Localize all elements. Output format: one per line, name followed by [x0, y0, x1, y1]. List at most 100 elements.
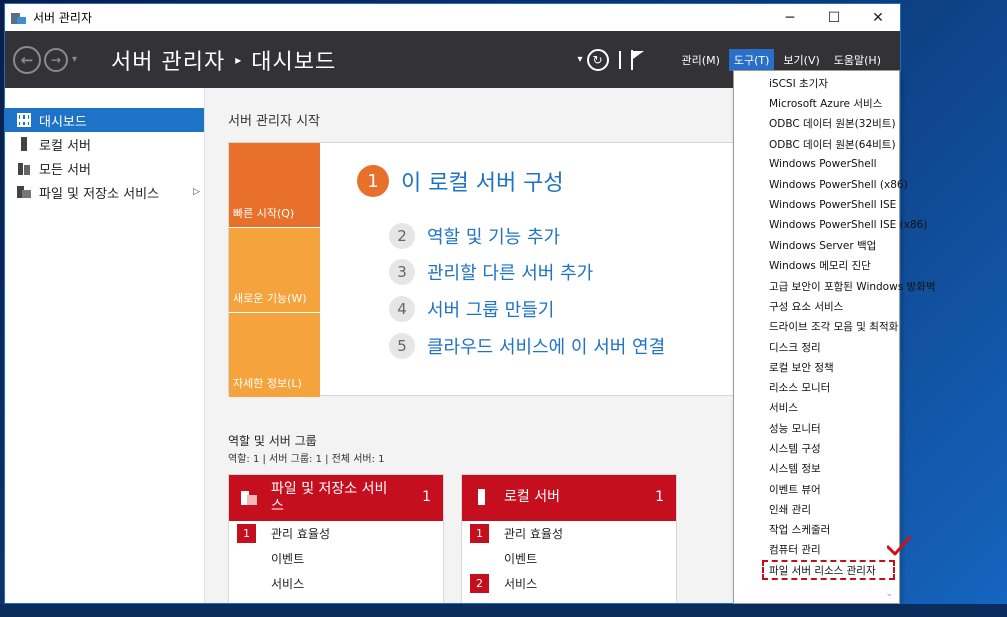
tab-learn-more[interactable]: 자세한 정보(L): [229, 313, 320, 397]
card-row-manageability[interactable]: 1 관리 효율성: [462, 521, 676, 546]
menu-item-powershell-ise-x86[interactable]: Windows PowerShell ISE (x86): [734, 215, 927, 235]
menu-tools[interactable]: 도구(T): [728, 48, 775, 71]
breadcrumb-separator-icon: ▸: [235, 52, 242, 67]
menu-item-file-server-resource-manager[interactable]: 파일 서버 리소스 관리자: [762, 560, 895, 581]
window-controls: ─ ☐ ✕: [768, 4, 900, 31]
step-label: 관리할 다른 서버 추가: [427, 263, 594, 284]
menu-item-services[interactable]: 서비스: [734, 398, 899, 418]
card-count: 1: [422, 489, 431, 505]
menu-item-print-management[interactable]: 인쇄 관리: [734, 499, 899, 519]
welcome-title: 서버 관리자 시작: [228, 114, 320, 129]
card-row-services[interactable]: 2 서비스: [462, 571, 676, 596]
history-dropdown-icon[interactable]: ▾: [72, 54, 77, 65]
sidebar-item-label: 모든 서버: [39, 162, 91, 178]
step-label: 클라우드 서비스에 이 서버 연결: [427, 337, 666, 358]
menu-item-task-scheduler[interactable]: 작업 스케줄러: [734, 520, 899, 540]
menu-item-system-configuration[interactable]: 시스템 구성: [734, 438, 899, 458]
refresh-icon[interactable]: ↻: [586, 48, 609, 71]
roles-section-title: 역할 및 서버 그룹: [228, 434, 317, 448]
menu-item-odbc32[interactable]: ODBC 데이터 원본(32비트): [734, 114, 899, 134]
menu-item-powershell-ise[interactable]: Windows PowerShell ISE: [734, 195, 899, 215]
menu-item-server-backup[interactable]: Windows Server 백업: [734, 235, 899, 255]
card-row-label: 관리 효율성: [271, 527, 331, 541]
breadcrumb-root[interactable]: 서버 관리자: [111, 44, 225, 76]
menu-item-powershell[interactable]: Windows PowerShell: [734, 154, 899, 174]
file-storage-icon: [17, 185, 31, 199]
title-bar: 서버 관리자 ─ ☐ ✕: [5, 4, 900, 31]
create-server-group-link[interactable]: 4 서버 그룹 만들기: [389, 296, 554, 322]
sidebar-item-label: 파일 및 저장소 서비스: [39, 186, 160, 202]
menu-item-performance-monitor[interactable]: 성능 모니터: [734, 418, 899, 438]
add-servers-link[interactable]: 3 관리할 다른 서버 추가: [389, 259, 593, 285]
menu-help[interactable]: 도움말(H): [829, 49, 886, 71]
connect-cloud-link[interactable]: 5 클라우드 서비스에 이 서버 연결: [389, 333, 665, 359]
menu-item-component-services[interactable]: 구성 요소 서비스: [734, 296, 899, 316]
menu-item-system-information[interactable]: 시스템 정보: [734, 459, 899, 479]
card-row-label: 이벤트: [271, 552, 305, 566]
menu-item-powershell-x86[interactable]: Windows PowerShell (x86): [734, 174, 908, 194]
menu-item-event-viewer[interactable]: 이벤트 뷰어: [734, 479, 899, 499]
menu-item-disk-cleanup[interactable]: 디스크 정리: [734, 337, 899, 357]
sidebar-item-dashboard[interactable]: 대시보드: [5, 108, 204, 132]
menu-bar: 관리(M) 도구(T) 보기(V) 도움말(H): [673, 48, 886, 71]
server-manager-app-icon: [11, 11, 27, 25]
tab-whats-new[interactable]: 새로운 기능(W): [229, 228, 320, 312]
taskbar: [0, 604, 1007, 617]
roles-summary: 역할: 1 | 서버 그룹: 1 | 전체 서버: 1: [228, 454, 385, 465]
step-number: 2: [389, 223, 415, 249]
menu-item-azure[interactable]: Microsoft Azure 서비스: [734, 93, 899, 113]
add-roles-link[interactable]: 2 역할 및 기능 추가: [389, 223, 560, 249]
menu-item-local-security-policy[interactable]: 로컬 보안 정책: [734, 357, 899, 377]
expand-arrow-icon[interactable]: ▷: [193, 187, 200, 197]
card-header[interactable]: 로컬 서버 1: [462, 475, 676, 521]
divider: [618, 50, 621, 69]
back-arrow-icon[interactable]: ←: [13, 45, 41, 74]
scroll-down-icon[interactable]: ⌄: [885, 589, 893, 599]
sidebar-item-label: 로컬 서버: [39, 138, 91, 154]
card-title: 파일 및 저장소 서비스: [271, 481, 388, 514]
minimize-button[interactable]: ─: [768, 4, 812, 31]
alert-count-badge: 1: [470, 524, 489, 543]
sidebar-item-local-server[interactable]: 로컬 서버: [5, 132, 204, 156]
checkmark-annotation-icon: [887, 536, 911, 556]
menu-item-resource-monitor[interactable]: 리소스 모니터: [734, 377, 899, 397]
step-label: 역할 및 기능 추가: [427, 227, 561, 248]
sidebar-item-file-storage[interactable]: 파일 및 저장소 서비스 ▷: [5, 180, 204, 204]
close-button[interactable]: ✕: [856, 4, 900, 31]
tools-menu-dropdown: iSCSI 초기자 Microsoft Azure 서비스 ODBC 데이터 원…: [733, 70, 935, 604]
server-icon: [17, 137, 31, 151]
card-row-events[interactable]: 이벤트: [229, 546, 443, 571]
card-row-services[interactable]: 서비스: [229, 571, 443, 596]
tab-quick-start[interactable]: 빠른 시작(Q): [229, 143, 320, 227]
menu-item-defrag[interactable]: 드라이브 조각 모음 및 최적화: [734, 317, 899, 337]
menu-item-firewall[interactable]: 고급 보안이 포함된 Windows 방화벽: [734, 276, 935, 296]
menu-item-iscsi[interactable]: iSCSI 초기자: [734, 73, 899, 93]
menu-manage[interactable]: 관리(M): [677, 49, 725, 71]
sidebar-item-label: 대시보드: [39, 114, 87, 130]
role-card-local-server[interactable]: 로컬 서버 1 1 관리 효율성 이벤트 2 서비스: [461, 474, 677, 603]
card-row-events[interactable]: 이벤트: [462, 546, 676, 571]
maximize-button[interactable]: ☐: [812, 4, 856, 31]
configure-local-server-link[interactable]: 1 이 로컬 서버 구성: [357, 165, 564, 197]
menu-item-odbc64[interactable]: ODBC 데이터 원본(64비트): [734, 134, 899, 154]
menu-view[interactable]: 보기(V): [778, 49, 824, 71]
card-row-manageability[interactable]: 1 관리 효율성: [229, 521, 443, 546]
sidebar-item-all-servers[interactable]: 모든 서버: [5, 156, 204, 180]
sidebar: 대시보드 로컬 서버 모든 서버 파일 및 저장소 서비스 ▷: [5, 88, 205, 603]
menu-item-memory-diagnostic[interactable]: Windows 메모리 진단: [734, 256, 899, 276]
step-number: 4: [389, 296, 415, 322]
forward-arrow-icon[interactable]: →: [44, 47, 68, 72]
refresh-dropdown-icon[interactable]: ▾: [578, 54, 583, 65]
card-row-label: 이벤트: [504, 552, 538, 566]
step-label: 이 로컬 서버 구성: [401, 171, 564, 196]
welcome-tile-panel: 빠른 시작(Q) 새로운 기능(W) 자세한 정보(L) 1 이 로컬 서버 구…: [228, 142, 744, 397]
role-card-file-storage[interactable]: 파일 및 저장소 서비스 1 1 관리 효율성 이벤트 서비스: [228, 474, 444, 603]
breadcrumb-page: 대시보드: [251, 49, 337, 75]
server-icon: [474, 489, 490, 505]
dashboard-icon: [17, 113, 31, 127]
step-number: 3: [389, 259, 415, 285]
notifications-flag-icon[interactable]: [630, 49, 645, 70]
card-header[interactable]: 파일 및 저장소 서비스 1: [229, 475, 443, 521]
card-row-label: 서비스: [271, 577, 305, 591]
menu-item-computer-management[interactable]: 컴퓨터 관리: [734, 540, 899, 560]
